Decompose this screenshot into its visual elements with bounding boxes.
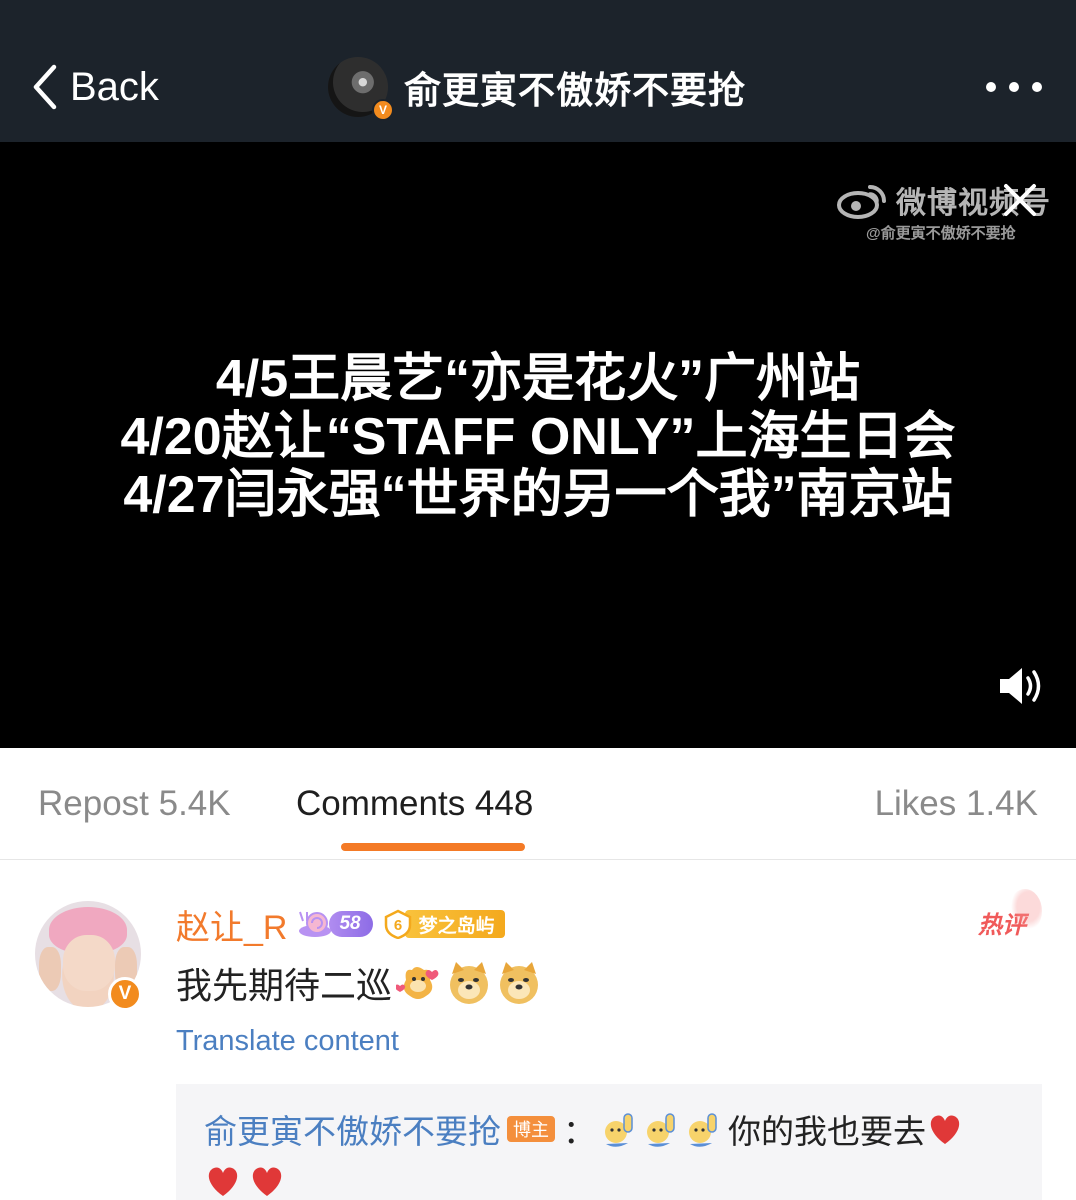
reply-author[interactable]: 俞更寅不傲娇不要抢 — [204, 1105, 501, 1153]
subtitle-line: 4/20赵让“STAFF ONLY”上海生日会 — [120, 408, 956, 466]
back-label: Back — [70, 64, 159, 109]
comment-item: V 赵让_R 58 6 梦之岛屿 热评 我先期待二巡 Translate con… — [0, 861, 1076, 1200]
fan-group-badge[interactable]: 6 梦之岛屿 — [383, 909, 505, 939]
tab-repost[interactable]: Repost 5.4K — [38, 784, 231, 824]
heart-icon — [208, 1167, 238, 1196]
heart-icon — [930, 1115, 960, 1144]
raised-hand-icon — [689, 1113, 717, 1147]
author-tag: 博主 — [507, 1116, 555, 1142]
active-tab-indicator — [341, 843, 525, 851]
watermark-handle: @俞更寅不傲娇不要抢 — [866, 225, 1016, 242]
verified-badge: V — [372, 99, 394, 121]
user-level: 58 — [329, 911, 373, 937]
verified-badge: V — [108, 977, 142, 1011]
dancing-doge-icon — [396, 967, 439, 999]
avatar[interactable]: V — [328, 57, 394, 121]
tab-likes[interactable]: Likes 1.4K — [875, 784, 1038, 824]
page-title: 俞更寅不傲娇不要抢 — [404, 70, 746, 111]
comment-body: 我先期待二巡 — [176, 957, 542, 1009]
video-subtitles: 4/5王晨艺“亦是花火”广州站 4/20赵让“STAFF ONLY”上海生日会 … — [0, 350, 1076, 524]
sound-icon[interactable] — [996, 664, 1048, 708]
user-level-badge[interactable]: 58 — [295, 909, 373, 939]
chevron-left-icon — [33, 64, 57, 110]
more-dot-icon — [1032, 82, 1042, 92]
subtitle-line: 4/5王晨艺“亦是花火”广州站 — [215, 350, 861, 408]
comment-header: 赵让_R 58 6 梦之岛屿 — [176, 903, 505, 947]
back-button[interactable]: Back — [30, 58, 159, 116]
raised-hand-icon — [647, 1113, 675, 1147]
heart-icon — [252, 1167, 282, 1196]
weibo-logo-icon — [837, 185, 886, 219]
translate-content-link[interactable]: Translate content — [176, 1025, 399, 1058]
hot-comment-tag: 热评 — [978, 889, 1042, 940]
fan-level: 6 — [393, 917, 401, 934]
reply-preview[interactable]: 俞更寅不傲娇不要抢 博主 ： 你的我也要去 — [176, 1084, 1042, 1200]
fan-shield-icon: 6 — [384, 909, 411, 939]
doge-icon — [500, 962, 539, 1004]
reply-line — [204, 1158, 292, 1200]
top-navigation-bar: Back V 俞更寅不傲娇不要抢 — [0, 0, 1076, 142]
tab-comments[interactable]: Comments 448 — [296, 784, 533, 824]
profile-title[interactable]: V 俞更寅不傲娇不要抢 — [328, 56, 746, 121]
video-player[interactable]: 微博视频号 @俞更寅不傲娇不要抢 4/5王晨艺“亦是花火”广州站 4/20赵让“… — [0, 142, 1076, 748]
raised-hand-icon — [605, 1113, 633, 1147]
more-dot-icon — [986, 82, 996, 92]
post-stats-tabs: Repost 5.4K Comments 448 Likes 1.4K — [0, 748, 1076, 860]
doge-icon — [450, 962, 489, 1004]
reply-line: 俞更寅不傲娇不要抢 博主 ： 你的我也要去 — [204, 1106, 970, 1152]
close-icon[interactable] — [1000, 180, 1040, 220]
more-options-button[interactable] — [986, 76, 1042, 98]
reply-colon: ： — [563, 1113, 596, 1150]
subtitle-line: 4/27闫永强“世界的另一个我”南京站 — [123, 466, 953, 524]
commenter-username[interactable]: 赵让_R — [176, 900, 287, 949]
more-dot-icon — [1009, 82, 1019, 92]
fan-group-name: 梦之岛屿 — [404, 910, 505, 938]
reply-text: 你的我也要去 — [728, 1113, 926, 1150]
comment-text: 我先期待二巡 — [176, 965, 393, 1006]
